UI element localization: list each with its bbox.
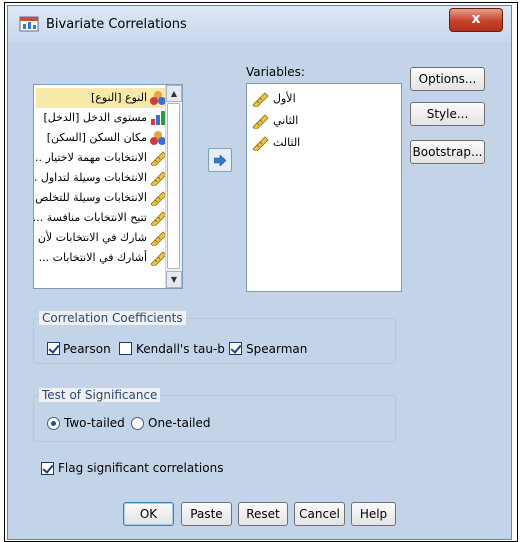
list-item[interactable]: مكان السكن [السكن]: [36, 128, 169, 148]
list-item[interactable]: الانتخابات وسيلة للتخلص ...: [33, 188, 169, 208]
arrow-right-icon: [214, 155, 226, 166]
one-tailed-label[interactable]: One-tailed: [148, 416, 211, 430]
scale-icon: [252, 92, 269, 107]
move-to-variables-button[interactable]: [208, 148, 232, 172]
list-item-label: الأول: [273, 92, 296, 105]
group-title: Correlation Coefficients: [39, 311, 186, 325]
spss-dialog-icon: [19, 16, 39, 32]
pearson-checkbox[interactable]: [47, 342, 60, 355]
ok-button[interactable]: OK: [123, 502, 174, 526]
list-item[interactable]: الثالث: [251, 134, 351, 154]
list-item-label: الانتخابات وسيلة لتداول ...: [33, 171, 147, 184]
flag-significant-label[interactable]: Flag significant correlations: [58, 461, 223, 475]
variables-label: Variables:: [246, 65, 305, 79]
list-item-label: الثاني: [273, 114, 299, 127]
scroll-thumb[interactable]: [167, 103, 180, 269]
source-variable-list[interactable]: النوع [النوع] مستوى الدخل [الدخل] مكان ا…: [33, 84, 183, 289]
list-item-label: شارك في الانتخابات لأن ...: [33, 231, 147, 244]
list-item[interactable]: الثاني: [251, 112, 351, 132]
paste-button[interactable]: Paste: [181, 502, 232, 526]
flag-significant-checkbox[interactable]: [41, 462, 54, 475]
style-button[interactable]: Style...: [410, 102, 485, 126]
scroll-up-button[interactable]: ▲: [166, 85, 182, 102]
two-tailed-label[interactable]: Two-tailed: [64, 416, 125, 430]
spearman-label[interactable]: Spearman: [246, 342, 307, 356]
one-tailed-radio[interactable]: [131, 417, 144, 430]
title-bar[interactable]: Bivariate Correlations x: [8, 6, 511, 42]
list-item-label: مستوى الدخل [الدخل]: [43, 111, 147, 124]
scroll-down-button[interactable]: ▼: [166, 271, 182, 288]
list-item[interactable]: الانتخابات مهمة لاختيار ...: [33, 148, 169, 168]
options-button[interactable]: Options...: [410, 67, 485, 91]
list-item[interactable]: تتيح الانتخابات منافسة ...: [33, 208, 169, 228]
list-item-label: الانتخابات مهمة لاختيار ...: [33, 151, 147, 164]
list-item-label: أشارك في الانتخابات ...: [38, 251, 147, 264]
list-item-label: الثالث: [273, 136, 301, 149]
scale-icon: [252, 136, 269, 151]
bootstrap-button[interactable]: Bootstrap...: [410, 140, 485, 164]
list-scrollbar[interactable]: ▲ ▼: [165, 85, 182, 288]
help-button[interactable]: Help: [351, 502, 396, 526]
scale-icon: [252, 114, 269, 129]
list-item[interactable]: الانتخابات وسيلة لتداول ...: [33, 168, 169, 188]
window-title: Bivariate Correlations: [46, 17, 187, 32]
close-icon: x: [471, 11, 481, 27]
list-item-label: مكان السكن [السكن]: [46, 131, 147, 144]
list-item-label: تتيح الانتخابات منافسة ...: [33, 211, 147, 224]
two-tailed-radio[interactable]: [47, 417, 60, 430]
reset-button[interactable]: Reset: [238, 502, 288, 526]
list-item-label: الانتخابات وسيلة للتخلص ...: [33, 191, 147, 204]
list-item[interactable]: مستوى الدخل [الدخل]: [36, 108, 169, 128]
correlation-coefficients-group: Correlation Coefficients: [33, 311, 396, 364]
list-item[interactable]: شارك في الانتخابات لأن ...: [33, 228, 169, 248]
list-item[interactable]: الأول: [251, 90, 351, 110]
pearson-label[interactable]: Pearson: [63, 342, 111, 356]
group-title: Test of Significance: [39, 388, 161, 402]
kendall-label[interactable]: Kendall's tau-b: [136, 342, 225, 356]
variables-list[interactable]: الأول الثاني الثالث: [246, 83, 402, 292]
list-item-label: النوع [النوع]: [90, 91, 147, 104]
cancel-button[interactable]: Cancel: [294, 502, 345, 526]
list-item[interactable]: النوع [النوع]: [36, 88, 169, 108]
kendall-checkbox[interactable]: [119, 342, 132, 355]
close-button[interactable]: x: [449, 8, 503, 32]
list-item[interactable]: أشارك في الانتخابات ...: [36, 248, 169, 268]
spearman-checkbox[interactable]: [229, 342, 242, 355]
